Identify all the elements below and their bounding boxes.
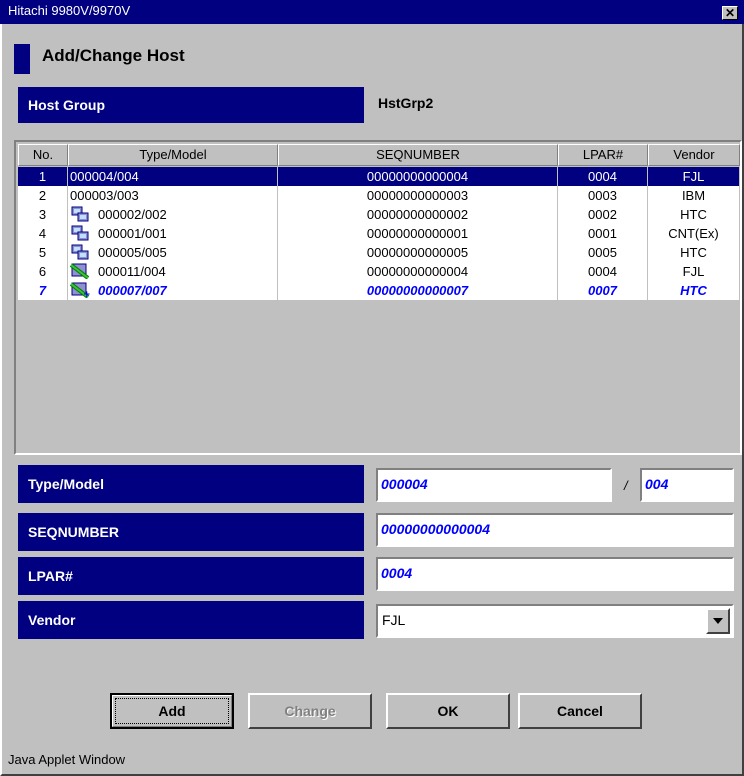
cell-no: 4 xyxy=(18,224,68,243)
cell-lpar: 0005 xyxy=(558,243,648,262)
dropdown-arrow-icon[interactable] xyxy=(706,608,730,634)
cell-type-model: 000005/005 xyxy=(68,243,278,262)
host-group-label: Host Group xyxy=(18,87,364,123)
type-input[interactable]: 000004 xyxy=(376,468,612,502)
cell-type-model: 000004/004 xyxy=(68,167,278,186)
add-button-label: Add xyxy=(158,703,186,719)
page-title: Add/Change Host xyxy=(42,46,185,65)
vendor-label: Vendor xyxy=(18,601,364,639)
cell-no: 2 xyxy=(18,186,68,205)
cell-type-model-text: 000002/002 xyxy=(98,207,167,222)
table-row[interactable]: 3 000002/002 00000000000002 0002 HTC xyxy=(18,205,740,224)
column-header-lpar[interactable]: LPAR# xyxy=(558,144,648,166)
ok-button[interactable]: OK xyxy=(386,693,510,729)
cell-type-model: 000003/003 xyxy=(68,186,278,205)
svg-text:+: + xyxy=(83,290,90,298)
cell-type-model-text: 000007/007 xyxy=(98,283,167,298)
cell-no: 7 xyxy=(18,281,68,300)
vendor-select[interactable]: FJL xyxy=(376,604,734,638)
type-model-label: Type/Model xyxy=(18,465,364,503)
host-computer-icon xyxy=(70,206,90,222)
cell-type-model-text: 000011/004 xyxy=(98,264,166,279)
lpar-input[interactable]: 0004 xyxy=(376,557,734,591)
cell-lpar: 0004 xyxy=(558,262,648,281)
cell-vendor: IBM xyxy=(648,186,740,205)
host-computer-icon xyxy=(70,244,90,260)
cell-vendor: HTC xyxy=(648,281,740,300)
column-header-seqnumber[interactable]: SEQNUMBER xyxy=(278,144,558,166)
cell-vendor: FJL xyxy=(648,167,740,186)
cell-lpar: 0004 xyxy=(558,167,648,186)
cell-type-model: 000011/004 xyxy=(68,262,278,281)
cell-vendor: FJL xyxy=(648,262,740,281)
table-row[interactable]: 5 000005/005 00000000000005 0005 HTC xyxy=(18,243,740,262)
cell-seqnumber: 00000000000002 xyxy=(278,205,558,224)
applet-window-label: Java Applet Window xyxy=(8,752,126,767)
cell-type-model-text: 000003/003 xyxy=(70,188,139,203)
cell-type-model-text: 000001/001 xyxy=(98,226,167,241)
cell-seqnumber: 00000000000004 xyxy=(278,167,558,186)
model-input[interactable]: 004 xyxy=(640,468,734,502)
heading-marker xyxy=(14,44,30,74)
vendor-selected-value: FJL xyxy=(382,612,406,628)
cell-seqnumber: 00000000000003 xyxy=(278,186,558,205)
cell-seqnumber: 00000000000001 xyxy=(278,224,558,243)
cell-lpar: 0003 xyxy=(558,186,648,205)
lpar-label: LPAR# xyxy=(18,557,364,595)
cell-seqnumber: 00000000000007 xyxy=(278,281,558,300)
host-table: No. Type/Model SEQNUMBER LPAR# Vendor 10… xyxy=(14,140,742,455)
cell-vendor: HTC xyxy=(648,243,740,262)
cancel-button[interactable]: Cancel xyxy=(518,693,642,729)
cell-lpar: 0002 xyxy=(558,205,648,224)
cell-no: 1 xyxy=(18,167,68,186)
table-row[interactable]: 6 000011/004 00000000000004 0004 FJL xyxy=(18,262,740,281)
cell-type-model: 000002/002 xyxy=(68,205,278,224)
change-button[interactable]: Change xyxy=(248,693,372,729)
window-title: Hitachi 9980V/9970V xyxy=(8,3,131,18)
cell-type-model-text: 000005/005 xyxy=(98,245,167,260)
cell-no: 5 xyxy=(18,243,68,262)
seqnumber-label: SEQNUMBER xyxy=(18,513,364,551)
cell-type-model-text: 000004/004 xyxy=(70,169,139,184)
cell-no: 3 xyxy=(18,205,68,224)
cell-seqnumber: 00000000000004 xyxy=(278,262,558,281)
cell-no: 6 xyxy=(18,262,68,281)
table-row[interactable]: 4 000001/001 00000000000001 0001 CNT(Ex) xyxy=(18,224,740,243)
host-group-value: HstGrp2 xyxy=(378,95,434,111)
table-header: No. Type/Model SEQNUMBER LPAR# Vendor xyxy=(18,144,740,166)
host-computer-icon xyxy=(70,225,90,241)
cell-type-model: +000007/007 xyxy=(68,281,278,300)
column-header-vendor[interactable]: Vendor xyxy=(648,144,740,166)
table-row[interactable]: 1 000004/004 00000000000004 0004 FJL xyxy=(18,167,740,186)
cell-vendor: HTC xyxy=(648,205,740,224)
column-header-type-model[interactable]: Type/Model xyxy=(68,144,278,166)
add-button[interactable]: Add xyxy=(110,693,234,729)
cell-type-model: 000001/001 xyxy=(68,224,278,243)
cell-lpar: 0007 xyxy=(558,281,648,300)
added-host-icon: + xyxy=(69,282,91,300)
close-icon[interactable]: ✕ xyxy=(722,6,738,20)
modified-host-icon xyxy=(69,263,90,280)
type-model-separator: / xyxy=(624,478,628,493)
column-header-no[interactable]: No. xyxy=(18,144,68,166)
seqnumber-input[interactable]: 00000000000004 xyxy=(376,513,734,547)
cell-seqnumber: 00000000000005 xyxy=(278,243,558,262)
cell-lpar: 0001 xyxy=(558,224,648,243)
cell-vendor: CNT(Ex) xyxy=(648,224,740,243)
table-row[interactable]: 7 +000007/007 00000000000007 0007 HTC xyxy=(18,281,740,300)
table-row[interactable]: 2 000003/003 00000000000003 0003 IBM xyxy=(18,186,740,205)
